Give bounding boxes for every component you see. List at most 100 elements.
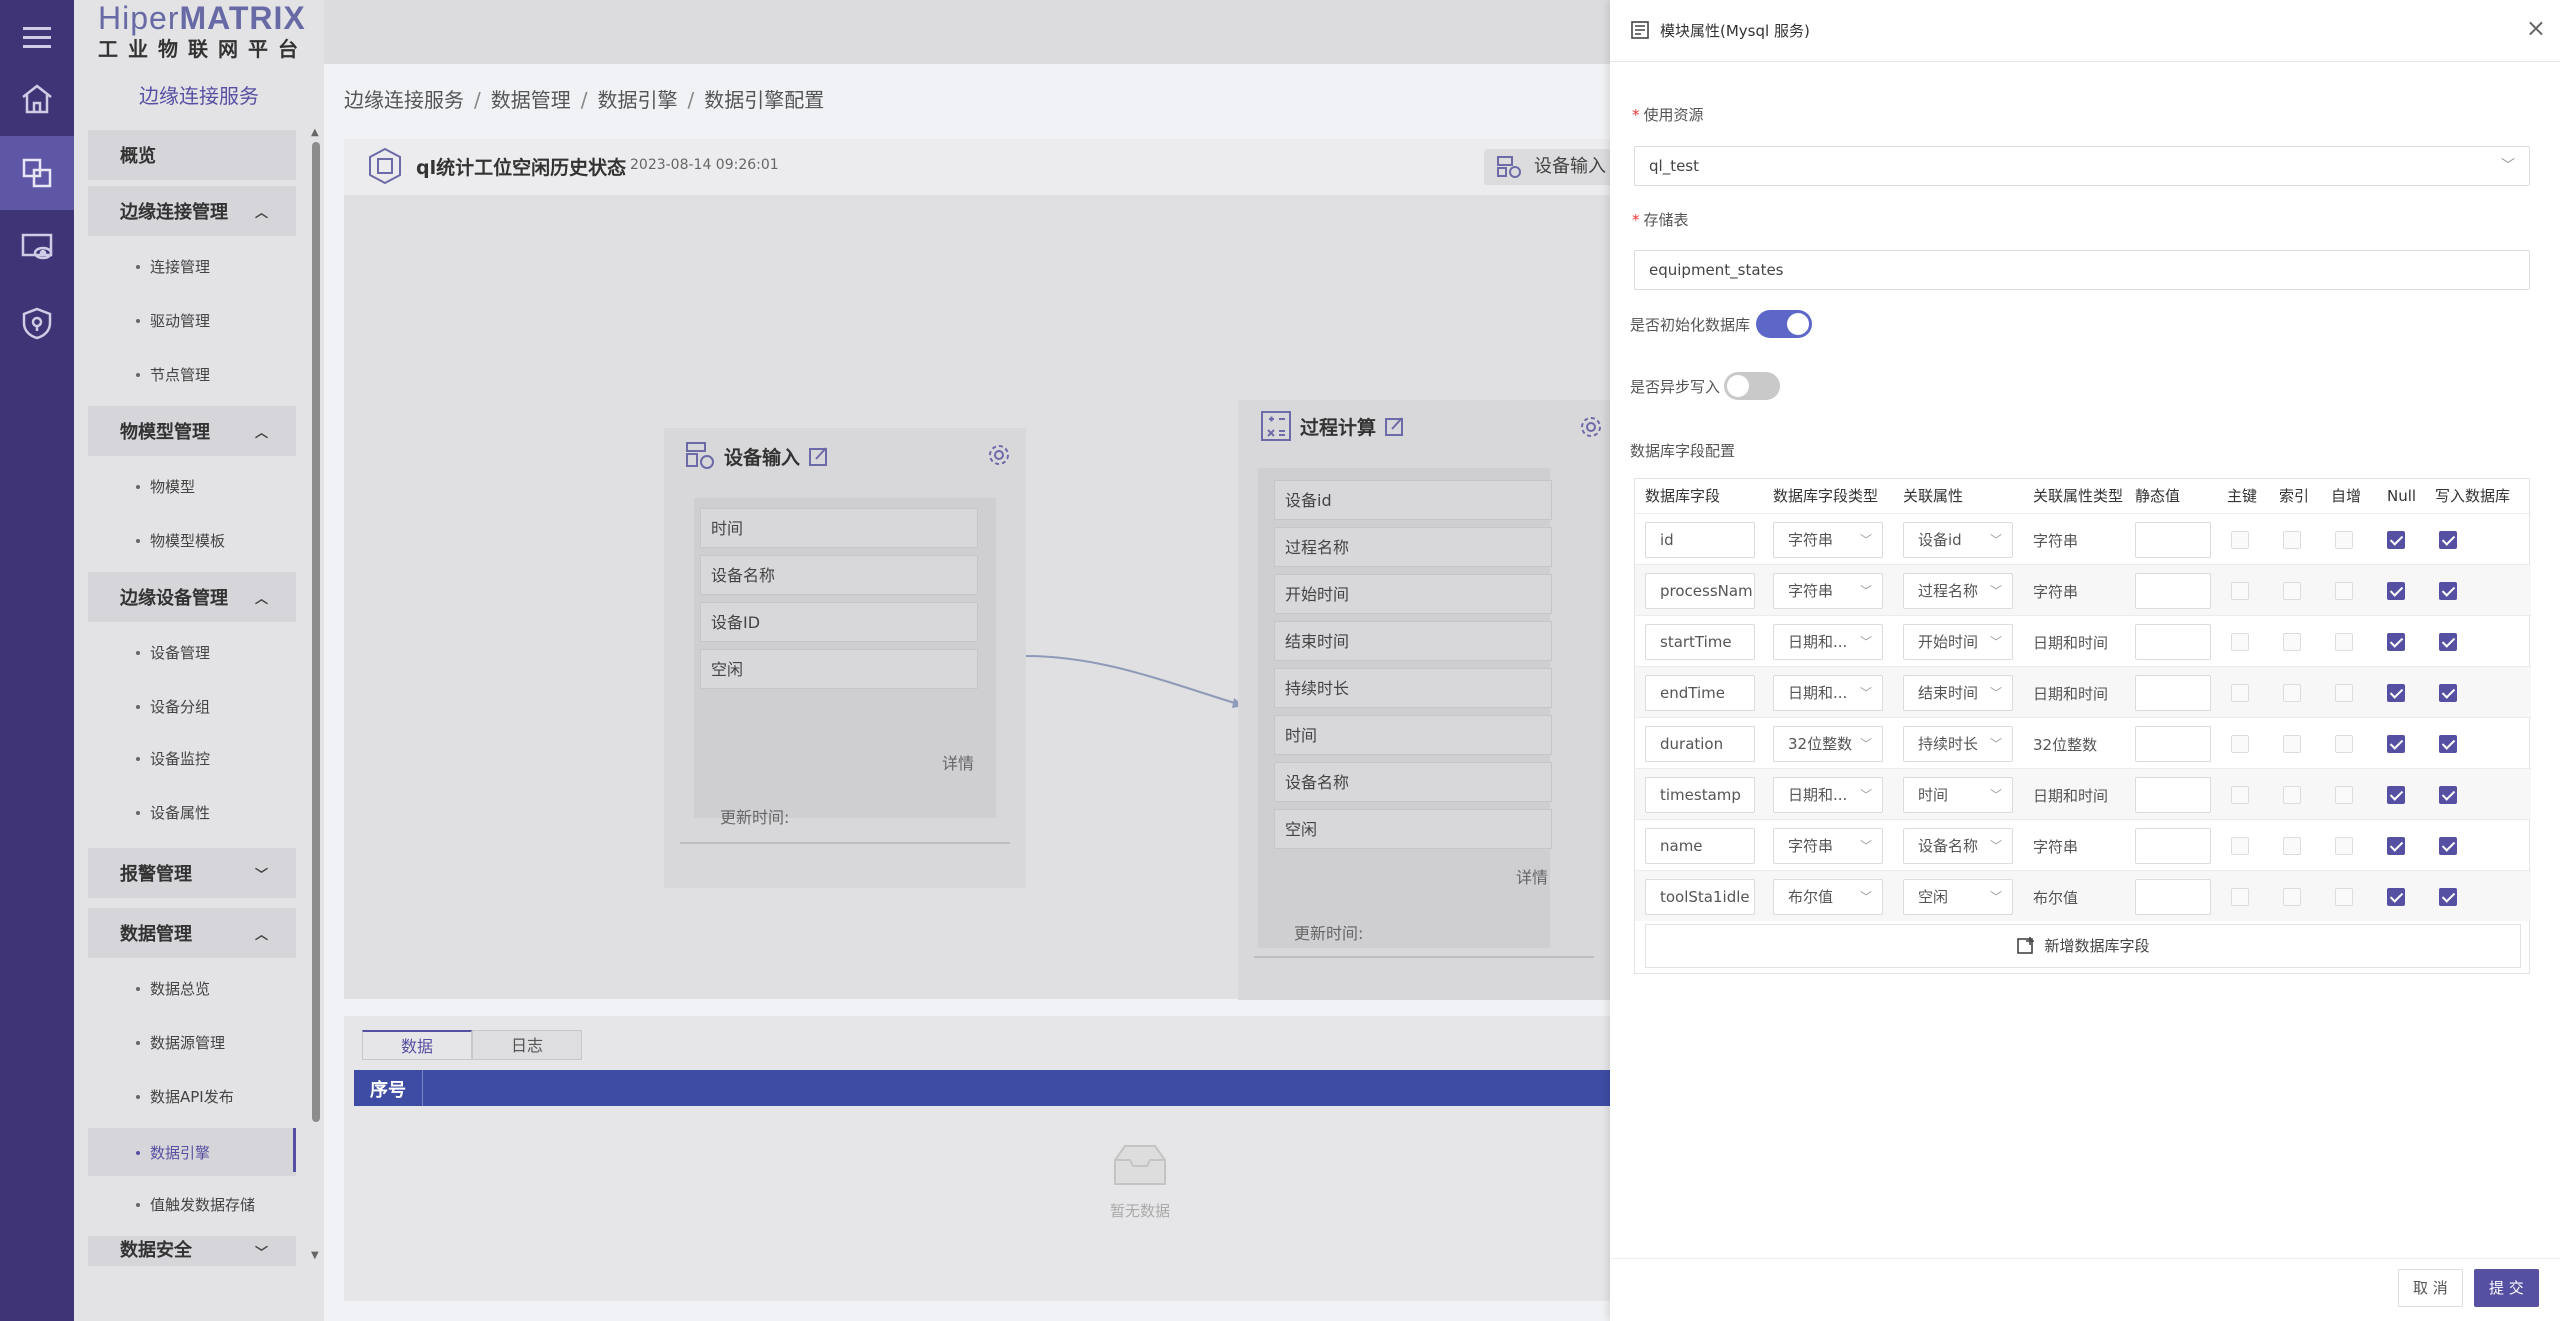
auto-increment-checkbox[interactable] (2335, 786, 2353, 804)
auto-increment-checkbox[interactable] (2335, 888, 2353, 906)
write-db-checkbox[interactable] (2439, 531, 2457, 549)
db-field-type-select[interactable]: 日期和... ﹀ (1773, 675, 1883, 711)
node-field[interactable]: 空闲 (1274, 809, 1552, 849)
index-checkbox[interactable] (2283, 735, 2301, 753)
primary-key-checkbox[interactable] (2231, 837, 2249, 855)
node-field[interactable]: 设备id (1274, 480, 1552, 520)
gear-icon[interactable] (986, 442, 1012, 468)
scroll-up-icon[interactable]: ▲ (311, 127, 319, 138)
column-header-index[interactable]: 序号 (370, 1076, 406, 1102)
static-value-input[interactable] (2135, 777, 2211, 813)
auto-increment-checkbox[interactable] (2335, 633, 2353, 651)
edit-icon[interactable] (808, 445, 830, 467)
primary-key-checkbox[interactable] (2231, 786, 2249, 804)
monitor-eye-icon[interactable] (0, 210, 74, 284)
menu-item-devices[interactable]: 设备管理 (88, 628, 296, 676)
db-field-type-select[interactable]: 32位整数 ﹀ (1773, 726, 1883, 762)
nullable-checkbox[interactable] (2387, 888, 2405, 906)
menu-group-data-security[interactable]: 数据安全 ﹀ (88, 1236, 296, 1266)
static-value-input[interactable] (2135, 573, 2211, 609)
nullable-checkbox[interactable] (2387, 837, 2405, 855)
static-value-input[interactable] (2135, 675, 2211, 711)
index-checkbox[interactable] (2283, 684, 2301, 702)
menu-group-thing-model[interactable]: 物模型管理 ︿ (88, 406, 296, 456)
node-field[interactable]: 设备名称 (1274, 762, 1552, 802)
nullable-checkbox[interactable] (2387, 735, 2405, 753)
write-db-checkbox[interactable] (2439, 837, 2457, 855)
db-field-name-input[interactable]: name (1645, 828, 1755, 864)
nullable-checkbox[interactable] (2387, 633, 2405, 651)
linked-attr-select[interactable]: 持续时长 ﹀ (1903, 726, 2013, 762)
auto-increment-checkbox[interactable] (2335, 531, 2353, 549)
primary-key-checkbox[interactable] (2231, 735, 2249, 753)
tab-logs[interactable]: 日志 (472, 1030, 582, 1060)
db-field-name-input[interactable]: endTime (1645, 675, 1755, 711)
db-field-name-input[interactable]: processNam (1645, 573, 1755, 609)
static-value-input[interactable] (2135, 522, 2211, 558)
menu-item-device-groups[interactable]: 设备分组 (88, 682, 296, 730)
db-field-type-select[interactable]: 字符串 ﹀ (1773, 522, 1883, 558)
index-checkbox[interactable] (2283, 837, 2301, 855)
linked-attr-select[interactable]: 过程名称 ﹀ (1903, 573, 2013, 609)
primary-key-checkbox[interactable] (2231, 531, 2249, 549)
menu-item-trigger-storage[interactable]: 值触发数据存储 (88, 1180, 296, 1228)
submit-button[interactable]: 提 交 (2474, 1269, 2539, 1307)
db-field-name-input[interactable]: toolSta1idle (1645, 879, 1755, 915)
menu-item-thing-model-template[interactable]: 物模型模板 (88, 516, 296, 564)
primary-key-checkbox[interactable] (2231, 582, 2249, 600)
menu-item-data-engine[interactable]: 数据引擎 (88, 1128, 296, 1176)
menu-group-overview[interactable]: 概览 (88, 130, 296, 180)
write-db-checkbox[interactable] (2439, 633, 2457, 651)
breadcrumb-item[interactable]: 数据管理 (491, 88, 571, 112)
write-db-checkbox[interactable] (2439, 582, 2457, 600)
index-checkbox[interactable] (2283, 531, 2301, 549)
linked-attr-select[interactable]: 时间 ﹀ (1903, 777, 2013, 813)
index-checkbox[interactable] (2283, 786, 2301, 804)
index-checkbox[interactable] (2283, 888, 2301, 906)
home-icon[interactable] (0, 62, 74, 136)
linked-attr-select[interactable]: 开始时间 ﹀ (1903, 624, 2013, 660)
linked-attr-select[interactable]: 空闲 ﹀ (1903, 879, 2013, 915)
write-db-checkbox[interactable] (2439, 684, 2457, 702)
static-value-input[interactable] (2135, 879, 2211, 915)
shield-icon[interactable] (0, 286, 74, 360)
node-field[interactable]: 时间 (700, 508, 978, 548)
menu-item-data-sources[interactable]: 数据源管理 (88, 1018, 296, 1066)
node-device-input[interactable]: 设备输入 时间 设备名称 设备ID 空闲 详情 更新时间: (664, 428, 1026, 888)
node-field[interactable]: 开始时间 (1274, 574, 1552, 614)
sidebar-scrollbar[interactable] (312, 142, 320, 1122)
index-checkbox[interactable] (2283, 633, 2301, 651)
breadcrumb-item[interactable]: 边缘连接服务 (344, 88, 464, 112)
nullable-checkbox[interactable] (2387, 684, 2405, 702)
flow-edge[interactable] (1020, 640, 1250, 720)
menu-item-device-monitor[interactable]: 设备监控 (88, 734, 296, 782)
node-field[interactable]: 结束时间 (1274, 621, 1552, 661)
db-field-type-select[interactable]: 字符串 ﹀ (1773, 828, 1883, 864)
primary-key-checkbox[interactable] (2231, 633, 2249, 651)
write-db-checkbox[interactable] (2439, 735, 2457, 753)
cancel-button[interactable]: 取 消 (2398, 1269, 2463, 1307)
menu-group-data-mgmt[interactable]: 数据管理 ︿ (88, 908, 296, 958)
node-field[interactable]: 过程名称 (1274, 527, 1552, 567)
auto-increment-checkbox[interactable] (2335, 837, 2353, 855)
node-detail-link[interactable]: 详情 (942, 750, 974, 774)
edge-connect-icon[interactable] (0, 136, 74, 210)
menu-group-edge-connect[interactable]: 边缘连接管理 ︿ (88, 186, 296, 236)
auto-increment-checkbox[interactable] (2335, 684, 2353, 702)
node-field[interactable]: 时间 (1274, 715, 1552, 755)
node-detail-link[interactable]: 详情 (1516, 864, 1548, 888)
menu-item-data-overview[interactable]: 数据总览 (88, 964, 296, 1012)
db-field-name-input[interactable]: duration (1645, 726, 1755, 762)
close-icon[interactable]: × (2526, 14, 2546, 42)
linked-attr-select[interactable]: 设备名称 ﹀ (1903, 828, 2013, 864)
menu-item-nodes[interactable]: 节点管理 (88, 350, 296, 398)
static-value-input[interactable] (2135, 726, 2211, 762)
resource-select[interactable]: ql_test ﹀ (1634, 146, 2530, 186)
menu-item-data-api[interactable]: 数据API发布 (88, 1072, 296, 1120)
primary-key-checkbox[interactable] (2231, 684, 2249, 702)
auto-increment-checkbox[interactable] (2335, 735, 2353, 753)
db-field-name-input[interactable]: id (1645, 522, 1755, 558)
menu-group-edge-device[interactable]: 边缘设备管理 ︿ (88, 572, 296, 622)
tab-data[interactable]: 数据 (362, 1030, 472, 1060)
node-field[interactable]: 设备ID (700, 602, 978, 642)
